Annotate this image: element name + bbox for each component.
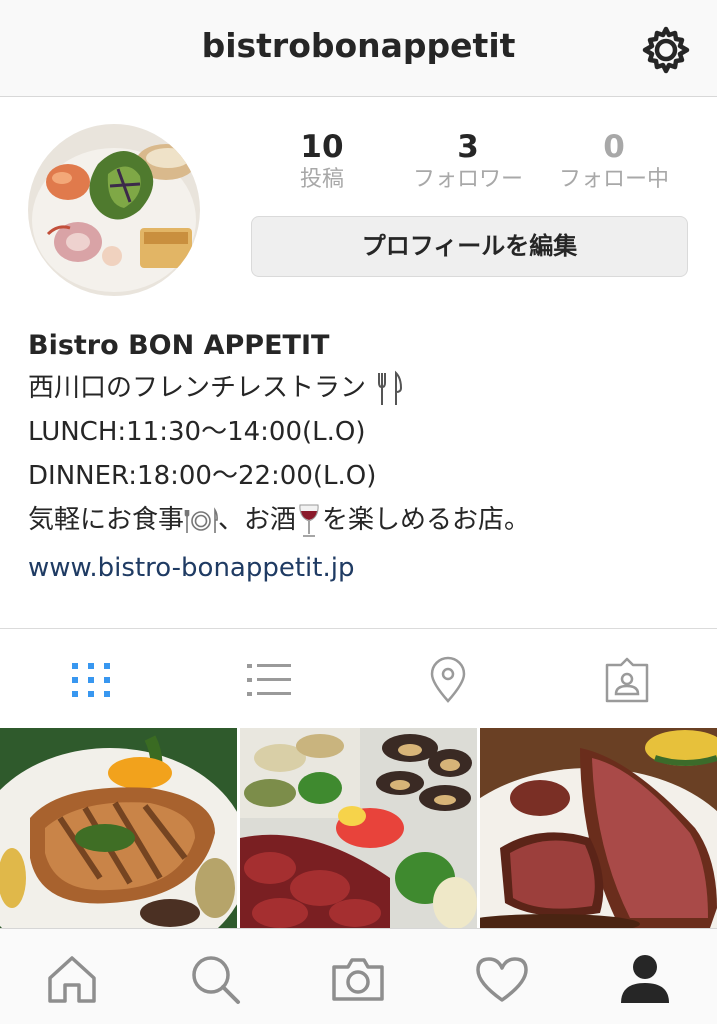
heart-icon[interactable]: [474, 951, 530, 1007]
appetizer-platter-photo: [240, 728, 477, 928]
following-stat[interactable]: 0 フォロー中: [544, 128, 684, 194]
photo-thumbnail[interactable]: [0, 728, 237, 928]
search-icon[interactable]: [187, 951, 243, 1007]
list-icon[interactable]: [244, 655, 294, 705]
camera-icon[interactable]: [330, 951, 386, 1007]
photo-thumbnail[interactable]: [240, 728, 477, 928]
location-pin-icon[interactable]: [423, 655, 473, 705]
avatar-food-photo: [28, 124, 200, 296]
fork-knife-icon: [378, 370, 403, 405]
profile-bio: Bistro BON APPETIT 西川口のフレンチレストラン LUNCH:1…: [28, 326, 698, 590]
followers-count: 3: [457, 129, 479, 165]
bio-line-restaurant: 西川口のフレンチレストラン: [28, 366, 698, 410]
posts-stat[interactable]: 10 投稿: [252, 128, 392, 194]
bio-casual-text-a: 気軽にお食事: [28, 505, 185, 535]
following-count: 0: [603, 129, 625, 165]
profile-icon[interactable]: [617, 951, 673, 1007]
gear-icon[interactable]: [640, 24, 692, 76]
roast-beef-photo: [480, 728, 717, 928]
following-label: フォロー中: [558, 167, 669, 192]
bio-line-dinner: DINNER:18:00〜22:00(L.O): [28, 461, 377, 491]
pork-chop-photo: [0, 728, 237, 928]
profile-username: bistrobonappetit: [201, 26, 516, 65]
bio-casual-text-c: を楽しめるお店。: [322, 505, 531, 535]
bio-casual-text-b: 、お酒: [218, 505, 297, 535]
profile-view-tabs: [0, 628, 717, 728]
home-icon[interactable]: [44, 951, 100, 1007]
bottom-navigation: [0, 928, 717, 1024]
profile-display-name: Bistro BON APPETIT: [28, 330, 330, 361]
photo-grid: [0, 728, 717, 928]
bio-restaurant-text: 西川口のフレンチレストラン: [28, 373, 367, 403]
bio-line-casual: 気軽にお食事 、お酒 を楽しめるお店。: [28, 498, 698, 542]
plate-cutlery-icon: [184, 506, 218, 533]
photo-thumbnail[interactable]: [480, 728, 717, 928]
avatar[interactable]: [28, 124, 200, 296]
edit-profile-button[interactable]: プロフィールを編集: [251, 216, 688, 277]
profile-stats: 10 投稿 3 フォロワー 0 フォロー中: [252, 128, 688, 198]
tagged-person-icon[interactable]: [602, 655, 652, 705]
posts-count: 10: [300, 129, 344, 165]
posts-label: 投稿: [299, 167, 344, 192]
bio-line-lunch: LUNCH:11:30〜14:00(L.O): [28, 417, 366, 447]
followers-label: フォロワー: [412, 167, 523, 192]
followers-stat[interactable]: 3 フォロワー: [398, 128, 538, 194]
grid-icon[interactable]: [66, 655, 116, 705]
wine-glass-icon: [299, 504, 319, 537]
top-bar: bistrobonappetit: [0, 0, 717, 97]
website-link[interactable]: www.bistro-bonappetit.jp: [28, 546, 698, 590]
